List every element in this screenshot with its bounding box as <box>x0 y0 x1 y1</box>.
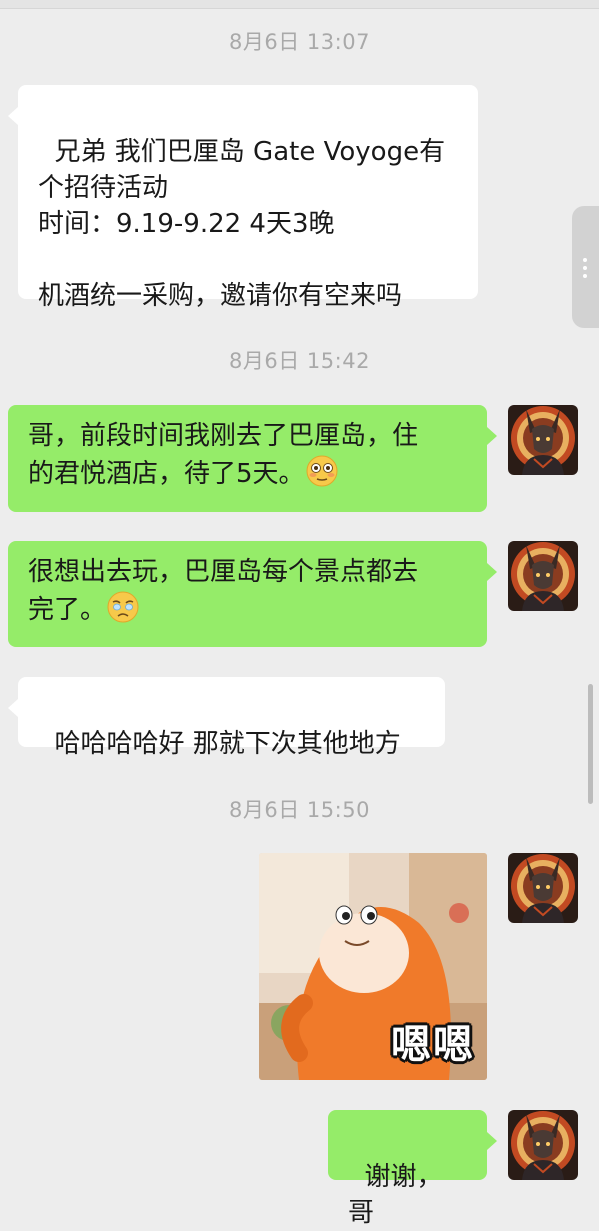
avatar[interactable] <box>508 541 578 611</box>
side-panel-handle[interactable] <box>572 206 599 328</box>
sticker-image[interactable]: 嗯嗯 <box>259 853 487 1080</box>
avatar[interactable] <box>508 853 578 923</box>
timestamp-3: 8月6日 15:50 <box>229 798 370 822</box>
message-bubble-incoming[interactable]: 兄弟 我们巴厘岛 Gate Voyoge有 个招待活动 时间：9.19-9.22… <box>8 85 478 311</box>
fox-warrior-avatar-icon <box>508 541 578 611</box>
message-bubble-outgoing[interactable]: 很想出去玩，巴厘岛每个景点都去 完了。 <box>8 541 497 647</box>
fox-warrior-avatar-icon <box>508 1110 578 1180</box>
timestamp-2: 8月6日 15:42 <box>229 349 370 373</box>
previous-content-edge <box>0 0 599 9</box>
message-text: 哥，前段时间我刚去了巴厘岛，住 的君悦酒店，待了5天。 <box>28 421 419 489</box>
message-bubble-outgoing[interactable]: 谢谢，哥 <box>328 1110 497 1228</box>
scrollbar[interactable] <box>588 684 593 804</box>
message-text: 兄弟 我们巴厘岛 Gate Voyoge有 个招待活动 时间：9.19-9.22… <box>38 137 446 311</box>
sticker-caption: 嗯嗯 <box>391 1022 475 1068</box>
message-bubble-outgoing[interactable]: 哥，前段时间我刚去了巴厘岛，住 的君悦酒店，待了5天。 <box>8 405 497 512</box>
timestamp-1: 8月6日 13:07 <box>229 30 370 54</box>
avatar[interactable] <box>508 405 578 475</box>
message-bubble-incoming[interactable]: 哈哈哈哈好 那就下次其他地方 <box>8 677 445 759</box>
fox-warrior-avatar-icon <box>508 853 578 923</box>
message-text: 哈哈哈哈好 那就下次其他地方 <box>54 729 401 759</box>
avatar[interactable] <box>508 1110 578 1180</box>
flushed-face-emoji-icon <box>305 454 339 498</box>
face-holding-back-tears-emoji-icon <box>106 590 140 634</box>
fox-warrior-avatar-icon <box>508 405 578 475</box>
message-text: 谢谢，哥 <box>348 1162 443 1228</box>
message-text: 很想出去玩，巴厘岛每个景点都去 完了。 <box>28 557 419 625</box>
more-dots-icon <box>583 258 587 262</box>
